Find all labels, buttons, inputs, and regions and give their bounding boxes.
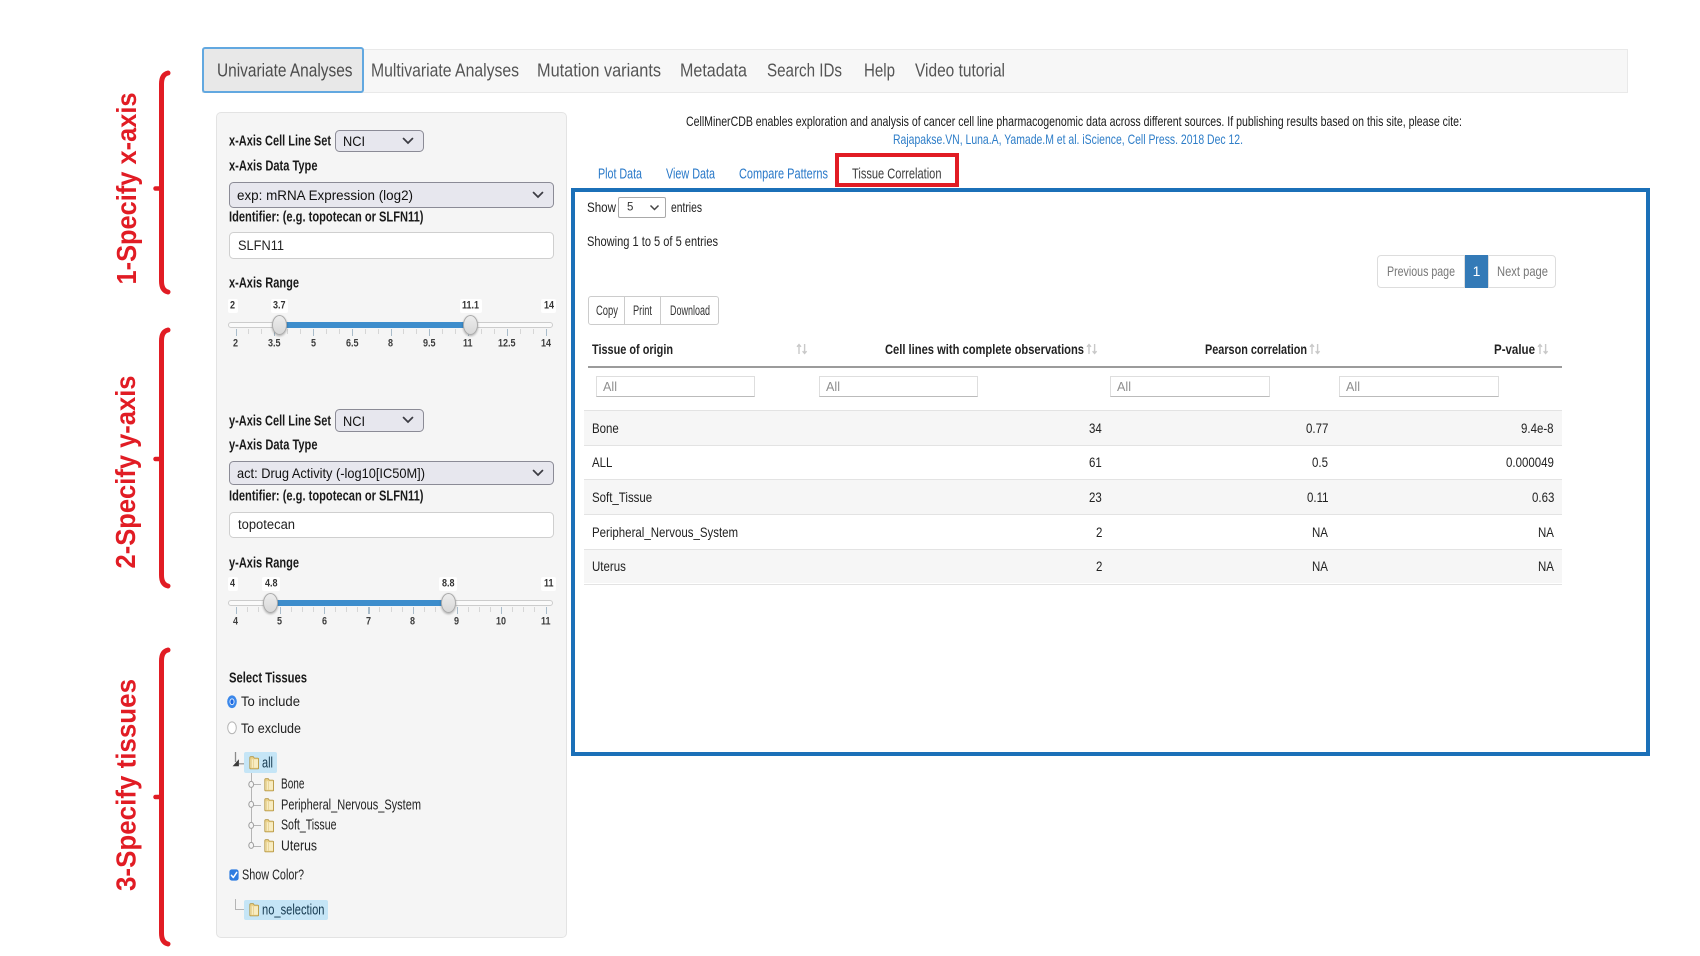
svg-text:1-Specify x-axis: 1-Specify x-axis (111, 93, 142, 285)
svg-text:2-Specify y-axis: 2-Specify y-axis (110, 376, 141, 569)
svg-text:3-Specify tissues: 3-Specify tissues (111, 679, 142, 891)
